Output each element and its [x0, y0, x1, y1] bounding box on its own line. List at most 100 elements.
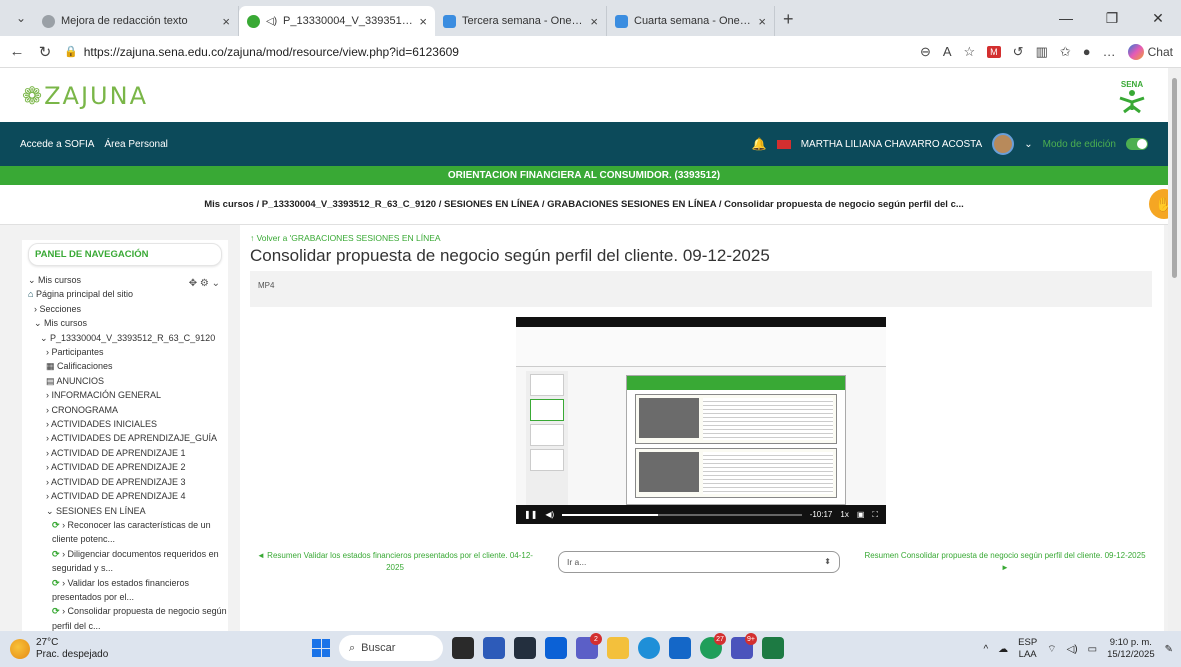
page-scrollbar[interactable]	[1168, 68, 1181, 631]
url-text: https://zajuna.sena.edu.co/zajuna/mod/re…	[83, 44, 459, 59]
extension-icon[interactable]: M	[987, 45, 1001, 58]
task-view-icon[interactable]	[452, 637, 474, 659]
taskbar-search[interactable]: ⌕ Buscar	[339, 635, 443, 661]
weather-widget[interactable]: 27°C Prac. despejado	[0, 637, 200, 661]
scrollbar-thumb[interactable]	[1172, 78, 1177, 278]
tree-item[interactable]: › ACTIVIDAD DE APRENDIZAJE 3	[28, 475, 228, 489]
tree-item[interactable]: › ACTIVIDAD DE APRENDIZAJE 4	[28, 489, 228, 503]
audio-icon[interactable]: ◁)	[266, 16, 277, 27]
teams-icon[interactable]: 2	[576, 633, 602, 659]
picture-in-picture-icon[interactable]: ▣	[857, 510, 865, 519]
tree-item[interactable]: › Secciones	[28, 302, 228, 316]
favorites-icon[interactable]: ✩	[1060, 44, 1071, 60]
teams-work-icon[interactable]: 9+	[731, 633, 757, 659]
nav-link-area-personal[interactable]: Área Personal	[104, 139, 167, 150]
chevron-down-icon[interactable]: ⌄	[212, 278, 220, 289]
split-screen-icon[interactable]: ▥	[1036, 44, 1048, 60]
edge-icon[interactable]	[638, 637, 660, 659]
tab-tercera-semana[interactable]: Tercera semana - OneDrive ×	[435, 6, 607, 36]
move-icon[interactable]: ✥	[189, 278, 197, 289]
bell-icon[interactable]: 🔔	[752, 137, 767, 151]
edit-mode-toggle[interactable]	[1126, 138, 1148, 150]
tree-item[interactable]: › ACTIVIDADES INICIALES	[28, 417, 228, 431]
close-icon[interactable]: ×	[419, 14, 427, 29]
tree-item[interactable]: ⌄ Mis cursos	[28, 316, 228, 330]
restore-icon[interactable]: ❐	[1089, 0, 1135, 36]
pause-icon[interactable]: ❚❚	[524, 510, 537, 519]
tree-item[interactable]: › CRONOGRAMA	[28, 403, 228, 417]
windows-start-icon[interactable]	[312, 639, 330, 657]
tab-mejora-redaccion[interactable]: Mejora de redacción texto ×	[34, 6, 239, 36]
tree-item-session[interactable]: ⟳ › Validar los estados financieros pres…	[28, 576, 228, 605]
close-icon[interactable]: ×	[590, 14, 598, 29]
volume-icon[interactable]: ◀)	[545, 510, 554, 519]
whatsapp-icon[interactable]: 27	[700, 633, 726, 659]
notifications-icon[interactable]: ✎	[1165, 644, 1173, 655]
breadcrumb-text[interactable]: Mis cursos / P_13330004_V_3393512_R_63_C…	[204, 199, 964, 210]
tab-cuarta-semana[interactable]: Cuarta semana - OneDrive ×	[607, 6, 775, 36]
tree-item-session[interactable]: ⟳ › Consolidar propuesta de negocio segú…	[28, 604, 228, 631]
back-link[interactable]: ↑ Volver a 'GRABACIONES SESIONES EN LÍNE…	[250, 233, 441, 243]
read-aloud-icon[interactable]: A	[943, 44, 952, 59]
outlook-icon[interactable]	[669, 637, 691, 659]
prev-activity-link[interactable]: ◄ Resumen Validar los estados financiero…	[250, 550, 540, 574]
lock-icon[interactable]: 🔒	[64, 45, 78, 58]
file-explorer-icon[interactable]	[607, 637, 629, 659]
goto-select[interactable]: Ir a... ⬍	[558, 551, 840, 573]
tree-item[interactable]: › ACTIVIDADES DE APRENDIZAJE_GUÍA	[28, 431, 228, 445]
video-player[interactable]: ❚❚ ◀) -10:17 1x ▣ ⛶	[516, 317, 886, 524]
amazon-icon[interactable]	[514, 637, 536, 659]
language-indicator[interactable]: ESP LAA	[1018, 637, 1037, 661]
clock[interactable]: 9:10 p. m. 15/12/2025	[1107, 637, 1155, 661]
back-arrow-icon[interactable]: ←	[8, 43, 26, 60]
chat-button[interactable]: Chat	[1127, 43, 1173, 60]
zajuna-logo[interactable]: ❁ZAJUNA	[22, 82, 148, 110]
dropbox-icon[interactable]	[545, 637, 567, 659]
tree-item[interactable]: ⌄ P_13330004_V_3393512_R_63_C_9120	[28, 331, 228, 345]
new-tab-button[interactable]: +	[783, 9, 794, 30]
next-activity-link[interactable]: Resumen Consolidar propuesta de negocio …	[860, 550, 1150, 574]
close-icon[interactable]: ×	[758, 14, 766, 29]
minimize-icon[interactable]: —	[1043, 0, 1089, 36]
tree-item[interactable]: ⌄ SESIONES EN LÍNEA	[28, 504, 228, 518]
store-icon[interactable]	[483, 637, 505, 659]
close-icon[interactable]: ×	[222, 14, 230, 29]
battery-icon[interactable]: ▭	[1088, 644, 1097, 655]
course-title-bar[interactable]: ORIENTACION FINANCIERA AL CONSUMIDOR. (3…	[0, 166, 1168, 185]
close-window-icon[interactable]: ✕	[1135, 0, 1181, 36]
cloud-icon[interactable]: ☁	[998, 644, 1008, 655]
tree-item-session[interactable]: ⟳ › Reconocer las características de un …	[28, 518, 228, 547]
tree-item[interactable]: › ACTIVIDAD DE APRENDIZAJE 1	[28, 446, 228, 460]
messages-icon[interactable]	[776, 139, 791, 149]
profile-icon[interactable]: ●	[1083, 44, 1091, 59]
gear-icon[interactable]: ⚙	[200, 278, 209, 289]
wifi-icon[interactable]: ⌔	[1047, 643, 1056, 656]
tab-actions-chevron-icon[interactable]: ⌄	[8, 5, 34, 31]
tree-item-home[interactable]: ⌂ Página principal del sitio	[28, 287, 228, 301]
more-options-icon[interactable]: …	[1103, 44, 1116, 59]
refresh-extension-icon[interactable]: ↺	[1013, 44, 1024, 60]
sena-logo-icon[interactable]: SENA	[1112, 76, 1152, 116]
chevron-down-icon[interactable]: ⌄	[1024, 139, 1032, 150]
avatar[interactable]	[992, 133, 1015, 155]
speaker-icon[interactable]: ◁)	[1067, 644, 1078, 655]
tree-item[interactable]: › ACTIVIDAD DE APRENDIZAJE 2	[28, 460, 228, 474]
favorite-star-icon[interactable]: ☆	[964, 44, 976, 60]
tab-active-course[interactable]: ◁) P_13330004_V_3393512_R_63 ×	[239, 6, 435, 36]
excel-icon[interactable]	[762, 637, 784, 659]
url-field[interactable]: 🔒 https://zajuna.sena.edu.co/zajuna/mod/…	[64, 45, 910, 59]
tree-item[interactable]: › Participantes	[28, 345, 228, 359]
reload-icon[interactable]: ↻	[36, 43, 54, 61]
page-title: Consolidar propuesta de negocio según pe…	[250, 246, 770, 265]
nav-link-sofia[interactable]: Accede a SOFIA	[20, 139, 94, 150]
tree-item-calificaciones[interactable]: ▦ Calificaciones	[28, 359, 228, 373]
zoom-icon[interactable]: ⊖	[920, 44, 931, 60]
tree-item-session[interactable]: ⟳ › Diligenciar documentos requeridos en…	[28, 547, 228, 576]
video-progress-bar[interactable]	[562, 513, 802, 516]
tree-item-anuncios[interactable]: ▤ ANUNCIOS	[28, 374, 228, 388]
fullscreen-icon[interactable]: ⛶	[872, 510, 878, 520]
user-name[interactable]: MARTHA LILIANA CHAVARRO ACOSTA	[801, 139, 983, 150]
chevron-up-icon[interactable]: ^	[983, 644, 988, 655]
tree-item[interactable]: › INFORMACIÓN GENERAL	[28, 388, 228, 402]
playback-speed-button[interactable]: 1x	[840, 510, 848, 519]
